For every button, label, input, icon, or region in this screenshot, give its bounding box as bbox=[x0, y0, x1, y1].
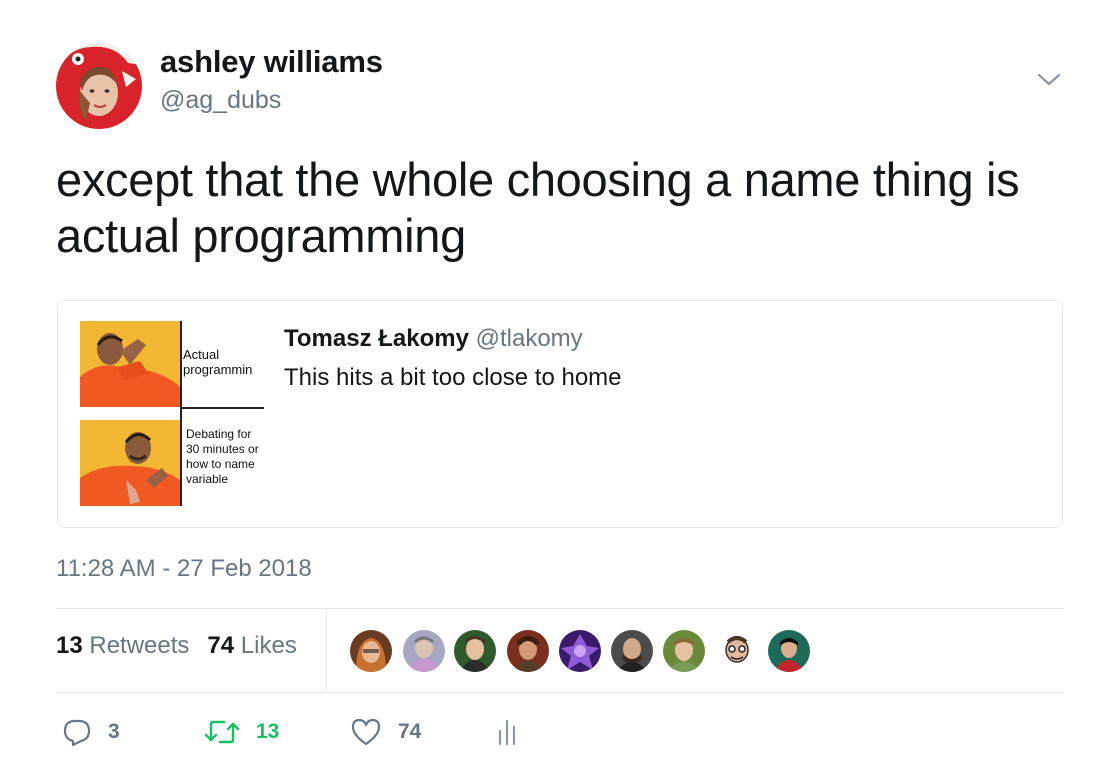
author-avatar[interactable] bbox=[56, 43, 142, 129]
quoted-author-name: Tomasz Łakomy bbox=[284, 325, 469, 352]
chevron-down-icon[interactable] bbox=[1036, 70, 1062, 90]
stats-divider-top bbox=[56, 608, 1064, 609]
retweets-stat[interactable]: 13 Retweets bbox=[56, 632, 189, 659]
action-bar: 3 13 74 bbox=[56, 714, 656, 750]
like-count: 74 bbox=[398, 720, 422, 743]
liker-avatar[interactable] bbox=[663, 630, 705, 672]
engagement-stats: 13 Retweets 74 Likes bbox=[56, 632, 315, 660]
tweet-timestamp[interactable]: 11:28 AM - 27 Feb 2018 bbox=[56, 555, 312, 583]
drake-approve-image bbox=[80, 420, 180, 506]
likes-count: 74 bbox=[207, 632, 235, 659]
quoted-tweet[interactable]: Actual programmin Debating for 30 minute… bbox=[57, 300, 1063, 528]
tweet-text: except that the whole choosing a name th… bbox=[56, 153, 1020, 262]
author-name[interactable]: ashley williams bbox=[160, 44, 383, 80]
quoted-tweet-text: This hits a bit too close to home bbox=[284, 364, 622, 391]
retweet-icon bbox=[204, 718, 240, 746]
stats-divider-bottom bbox=[56, 692, 1064, 693]
likes-stat[interactable]: 74 Likes bbox=[207, 632, 296, 659]
quoted-author-handle: @tlakomy bbox=[475, 325, 583, 352]
liker-avatar[interactable] bbox=[454, 630, 496, 672]
stats-separator bbox=[326, 610, 327, 692]
like-button[interactable]: 74 bbox=[350, 714, 421, 750]
likes-label: Likes bbox=[240, 632, 297, 659]
quoted-meme-image: Actual programmin Debating for 30 minute… bbox=[80, 321, 264, 506]
liker-avatar[interactable] bbox=[716, 630, 758, 672]
quoted-author[interactable]: Tomasz Łakomy @tlakomy bbox=[284, 325, 583, 353]
retweets-label: Retweets bbox=[89, 632, 190, 659]
liker-avatar[interactable] bbox=[403, 630, 445, 672]
reply-button[interactable]: 3 bbox=[62, 714, 120, 750]
analytics-button[interactable] bbox=[496, 714, 520, 750]
meme-divider-horizontal bbox=[180, 407, 264, 409]
like-icon bbox=[350, 717, 382, 747]
meme-divider-vertical bbox=[180, 321, 182, 506]
drake-disapprove-image bbox=[80, 321, 180, 407]
retweet-button[interactable]: 13 bbox=[204, 714, 279, 750]
liker-avatar[interactable] bbox=[559, 630, 601, 672]
meme-caption-top: Actual programmin bbox=[183, 347, 253, 377]
analytics-icon bbox=[496, 717, 520, 747]
author-handle[interactable]: @ag_dubs bbox=[160, 86, 281, 115]
liker-avatar[interactable] bbox=[611, 630, 653, 672]
liker-avatar[interactable] bbox=[507, 630, 549, 672]
reply-icon bbox=[62, 717, 92, 747]
retweets-count: 13 bbox=[56, 632, 83, 659]
liker-avatar[interactable] bbox=[768, 630, 810, 672]
meme-caption-bottom: Debating for 30 minutes or how to name v… bbox=[186, 427, 259, 486]
liker-avatar[interactable] bbox=[350, 630, 392, 672]
reply-count: 3 bbox=[108, 720, 120, 743]
retweet-count: 13 bbox=[256, 720, 280, 743]
